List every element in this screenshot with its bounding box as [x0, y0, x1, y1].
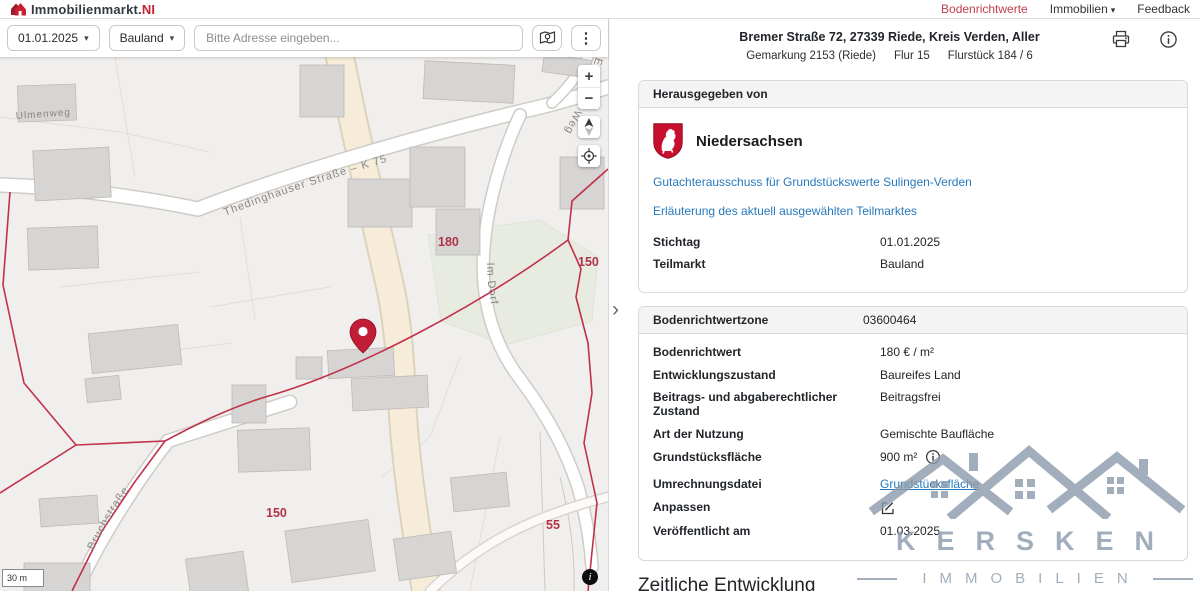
brand-title: Immobilienmarkt.NI	[31, 2, 155, 17]
row-label: Stichtag	[653, 235, 880, 249]
zone-value-label: 180	[438, 235, 459, 249]
detail-row-umrechnungsdatei: Umrechnungsdatei Grundstücksfläche	[653, 477, 1173, 491]
row-label: Art der Nutzung	[653, 427, 880, 441]
row-label: Umrechnungsdatei	[653, 477, 880, 491]
row-label: Entwicklungszustand	[653, 368, 880, 382]
map-menu-button[interactable]: ⋮	[571, 25, 601, 51]
detail-row-stichtag: Stichtag 01.01.2025	[653, 235, 1173, 249]
gutachterausschuss-link[interactable]: Gutachterausschuss für Grundstückswerte …	[653, 175, 1173, 189]
info-circle-icon	[1159, 30, 1178, 49]
zone-card-header: Bodenrichtwertzone 03600464	[639, 307, 1187, 334]
publisher-card-header: Herausgegeben von	[639, 81, 1187, 108]
brand-house-icon	[10, 2, 26, 16]
detail-row-beitragszustand: Beitrags- und abgaberechtlicher Zustand …	[653, 390, 1173, 418]
panel-header: Bremer Straße 72, 27339 Riede, Kreis Ver…	[609, 19, 1200, 62]
row-label: Veröffentlicht am	[653, 524, 880, 538]
chevron-down-icon: ▾	[1111, 5, 1116, 15]
compass-needle-icon	[582, 117, 596, 137]
zone-card-title: Bodenrichtwertzone	[653, 313, 768, 327]
zone-card: Bodenrichtwertzone 03600464 Bodenrichtwe…	[638, 306, 1188, 561]
zone-id-value: 03600464	[863, 313, 1173, 327]
compass-button[interactable]	[578, 116, 600, 138]
row-value: 01.03.2025	[880, 524, 940, 538]
row-label: Teilmarkt	[653, 257, 880, 271]
row-label: Bodenrichtwert	[653, 345, 880, 359]
info-button[interactable]	[1159, 30, 1178, 54]
map-column: 01.01.2025▾ Bauland▾ ⋮	[0, 19, 608, 591]
map-canvas[interactable]: Ulmenweg Thedinghauser Straße – K 75 Eic…	[0, 57, 608, 591]
teilmarkt-explanation-link[interactable]: Erläuterung des aktuell ausgewählten Tei…	[653, 204, 1173, 218]
zone-value-label: 150	[578, 255, 599, 269]
geolocate-button[interactable]	[578, 145, 600, 167]
details-panel: › Bremer Straße 72, 27339 Riede, Kreis V…	[608, 19, 1200, 591]
map-report-button[interactable]	[532, 25, 562, 51]
row-value: 180 € / m²	[880, 345, 934, 359]
brand[interactable]: Immobilienmarkt.NI	[10, 2, 155, 17]
row-value: 900 m²	[880, 450, 917, 464]
nav-item-feedback[interactable]: Feedback	[1137, 2, 1190, 16]
map-toolbar: 01.01.2025▾ Bauland▾ ⋮	[0, 19, 608, 57]
zoom-out-button[interactable]: −	[578, 87, 600, 109]
kebab-menu-icon: ⋮	[579, 31, 594, 46]
nav-item-bodenrichtwerte[interactable]: Bodenrichtwerte	[941, 2, 1028, 16]
print-button[interactable]	[1111, 29, 1131, 54]
detail-row-nutzung: Art der Nutzung Gemischte Baufläche	[653, 427, 1173, 441]
detail-row-anpassen: Anpassen	[653, 500, 1173, 516]
row-label: Beitrags- und abgaberechtlicher Zustand	[653, 390, 880, 418]
zone-value-label: 55	[546, 518, 560, 532]
basemap-svg: Ulmenweg Thedinghauser Straße – K 75 Eic…	[0, 57, 608, 591]
map-pin-icon	[539, 30, 556, 46]
address-title: Bremer Straße 72, 27339 Riede, Kreis Ver…	[649, 30, 1130, 44]
row-value: Baureifes Land	[880, 368, 961, 382]
edit-button[interactable]	[880, 500, 896, 516]
map-attribution-info-icon[interactable]: i	[582, 569, 598, 585]
panel-collapse-chevron[interactable]: ›	[612, 299, 619, 320]
date-selector-button[interactable]: 01.01.2025▾	[7, 25, 100, 51]
area-info-button[interactable]	[925, 449, 941, 465]
chevron-down-icon: ▾	[84, 33, 89, 44]
row-value: Bauland	[880, 257, 924, 271]
cadastre-gemarkung: Gemarkung 2153 (Riede)	[746, 50, 876, 62]
detail-row-grundstuecksflaeche: Grundstücksfläche 900 m²	[653, 449, 1173, 465]
section-title-zeitliche-entwicklung: Zeitliche Entwicklung	[638, 575, 1188, 591]
row-value: 01.01.2025	[880, 235, 940, 249]
detail-row-bodenrichtwert: Bodenrichtwert 180 € / m²	[653, 345, 1173, 359]
niedersachsen-coat-of-arms-icon	[653, 123, 683, 159]
address-search-input[interactable]	[194, 25, 523, 51]
zone-value-label: 150	[266, 506, 287, 520]
chevron-down-icon: ▾	[170, 33, 175, 44]
detail-row-veroeffentlicht: Veröffentlicht am 01.03.2025	[653, 524, 1173, 538]
publisher-state-name: Niedersachsen	[696, 133, 803, 150]
row-label: Grundstücksfläche	[653, 450, 880, 464]
cadastre-flur: Flur 15	[894, 50, 930, 62]
cadastre-flurstueck: Flurstück 184 / 6	[948, 50, 1033, 62]
publisher-card: Herausgegeben von Niedersachsen Gutachte…	[638, 80, 1188, 293]
nav-item-immobilien[interactable]: Immobilien▾	[1050, 2, 1116, 16]
detail-row-teilmarkt: Teilmarkt Bauland	[653, 257, 1173, 271]
printer-icon	[1111, 29, 1131, 49]
cadastre-line: Gemarkung 2153 (Riede) Flur 15 Flurstück…	[649, 50, 1130, 62]
edit-pencil-icon	[880, 500, 896, 516]
top-navbar: Immobilienmarkt.NI Bodenrichtwerte Immob…	[0, 0, 1200, 19]
map-scalebar: 30 m	[2, 569, 44, 587]
zoom-in-button[interactable]: +	[578, 65, 600, 87]
info-circle-icon	[925, 449, 941, 465]
map-controls: + −	[578, 65, 600, 167]
detail-row-entwicklungszustand: Entwicklungszustand Baureifes Land	[653, 368, 1173, 382]
submarket-selector-button[interactable]: Bauland▾	[109, 25, 186, 51]
row-value: Gemischte Baufläche	[880, 427, 994, 441]
row-label: Anpassen	[653, 500, 880, 514]
row-value: Beitragsfrei	[880, 390, 941, 404]
geolocate-icon	[580, 147, 598, 165]
umrechnungsdatei-link[interactable]: Grundstücksfläche	[880, 477, 979, 491]
